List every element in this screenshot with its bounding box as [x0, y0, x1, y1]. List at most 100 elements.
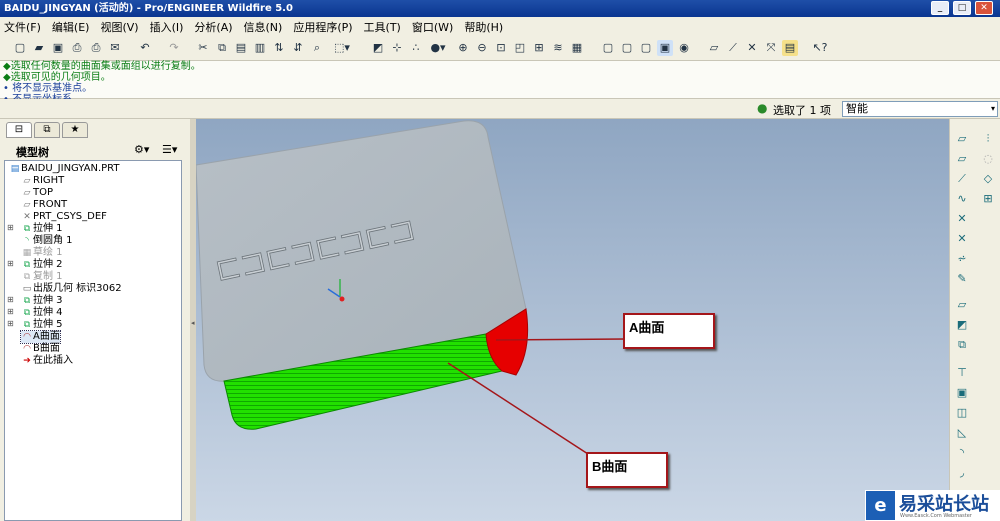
point-tool-icon[interactable]: ✕: [954, 211, 970, 227]
round-tool-icon[interactable]: ◌: [980, 151, 996, 167]
draft-tool-icon[interactable]: ◇: [980, 171, 996, 187]
curve-tool-icon[interactable]: ∿: [954, 191, 970, 207]
menu-info[interactable]: 信息(N): [244, 19, 283, 35]
regenerate-icon[interactable]: ⇅: [271, 40, 287, 56]
tab-favorites[interactable]: ★: [62, 122, 88, 138]
tree-item-top[interactable]: ▱ TOP: [21, 187, 53, 199]
rib-tool-icon[interactable]: ◫: [954, 405, 970, 421]
tree-item-extrude-2[interactable]: ⧉ 拉伸 2: [21, 259, 63, 271]
expand-icon[interactable]: ⊞: [7, 307, 14, 316]
tree-item-surface-a[interactable]: ◠ A曲面: [20, 330, 61, 344]
revolve-tool-icon[interactable]: ◩: [954, 317, 970, 333]
menu-applications[interactable]: 应用程序(P): [293, 19, 352, 35]
reorient-icon[interactable]: ◰: [512, 40, 528, 56]
hidden-line-icon[interactable]: ▢: [619, 40, 635, 56]
tree-item-part[interactable]: ▤ BAIDU_JINGYAN.PRT: [9, 163, 120, 175]
regen-manager-icon[interactable]: ⇵: [290, 40, 306, 56]
tree-item-surface-b[interactable]: ◠ B曲面: [21, 343, 60, 355]
tree-item-extrude-4[interactable]: ⧉ 拉伸 4: [21, 307, 63, 319]
context-help-icon[interactable]: ↖?: [812, 40, 828, 56]
shell-tool-icon[interactable]: ▣: [954, 385, 970, 401]
tree-item-round-1[interactable]: ◝ 倒圆角 1: [21, 235, 72, 247]
expand-icon[interactable]: ⊞: [7, 319, 14, 328]
view-manager-icon[interactable]: ▦: [569, 40, 585, 56]
graphics-viewport[interactable]: ⊏⊐⊏⊐⊏⊐⊏⊐ A曲面 B曲面: [196, 119, 949, 521]
menu-window[interactable]: 窗口(W): [412, 19, 453, 35]
extrude-tool-icon[interactable]: ▱: [954, 297, 970, 313]
selection-box-icon[interactable]: ⬚▾: [330, 40, 354, 56]
print-preview-icon[interactable]: ⎙: [88, 40, 104, 56]
close-icon[interactable]: ✕: [975, 1, 993, 15]
refit-icon[interactable]: ⊡: [493, 40, 509, 56]
tree-item-sketch-1[interactable]: ▦ 草绘 1: [21, 247, 63, 259]
wireframe-icon[interactable]: ▢: [600, 40, 616, 56]
redo-icon[interactable]: ↷: [166, 40, 182, 56]
sketch-tool-icon[interactable]: ✎: [954, 271, 970, 287]
csys-tool-icon[interactable]: ✕: [954, 231, 970, 247]
maximize-icon[interactable]: □: [953, 1, 971, 15]
shaded-icon[interactable]: ▣: [657, 40, 673, 56]
menu-analysis[interactable]: 分析(A): [194, 19, 232, 35]
tree-item-insert-here[interactable]: ➔ 在此插入: [21, 355, 73, 367]
tree-item-csys[interactable]: ✕ PRT_CSYS_DEF: [21, 211, 107, 223]
datum-axis-display-icon[interactable]: ⊹: [389, 40, 405, 56]
tab-folder-browser[interactable]: ⧉: [34, 122, 60, 138]
tab-model-tree[interactable]: ⊟: [6, 122, 32, 138]
mirror-icon[interactable]: ⫶: [980, 131, 996, 147]
point-tag-icon[interactable]: ✕: [744, 40, 760, 56]
fillet-tool-icon[interactable]: ◝: [954, 445, 970, 461]
plane-tool-icon[interactable]: ▱: [954, 151, 970, 167]
tree-columns-icon[interactable]: ☰▾: [162, 143, 177, 156]
hole-tool-icon[interactable]: ⊤: [954, 365, 970, 381]
paste-icon[interactable]: ▤: [233, 40, 249, 56]
find-icon[interactable]: ⌕: [309, 40, 325, 56]
saved-views-icon[interactable]: ⊞: [531, 40, 547, 56]
zoom-out-icon[interactable]: ⊖: [474, 40, 490, 56]
expand-icon[interactable]: ⊞: [7, 223, 14, 232]
menu-view[interactable]: 视图(V): [100, 19, 138, 35]
axis-tool-icon[interactable]: ⟋: [954, 171, 970, 187]
expand-icon[interactable]: ⊞: [7, 259, 14, 268]
tree-item-publish-geom[interactable]: ▭ 出版几何 标识3062: [21, 283, 122, 295]
tree-settings-icon[interactable]: ⚙▾: [134, 143, 149, 156]
tree-item-copy-1[interactable]: ⧉ 复制 1: [21, 271, 63, 283]
chevron-down-icon[interactable]: ▾: [991, 102, 995, 116]
save-icon[interactable]: ▣: [50, 40, 66, 56]
no-hidden-icon[interactable]: ▢: [638, 40, 654, 56]
shading-icon[interactable]: ●▾: [427, 40, 449, 56]
datum-plane-display-icon[interactable]: ◩: [370, 40, 386, 56]
copy-icon[interactable]: ⧉: [214, 40, 230, 56]
point-display-icon[interactable]: ∴: [408, 40, 424, 56]
open-folder-icon[interactable]: ▰: [31, 40, 47, 56]
zoom-in-icon[interactable]: ⊕: [455, 40, 471, 56]
print-icon[interactable]: ⎙: [69, 40, 85, 56]
new-file-icon[interactable]: ▢: [12, 40, 28, 56]
datum-plane-tool-icon[interactable]: ▱: [954, 131, 970, 147]
tree-item-extrude-5[interactable]: ⧉ 拉伸 5: [21, 319, 63, 331]
annotation-display-icon[interactable]: ▤: [782, 40, 798, 56]
undo-icon[interactable]: ↶: [137, 40, 153, 56]
tree-item-right[interactable]: ▱ RIGHT: [21, 175, 65, 187]
pattern-tool-icon[interactable]: ⊞: [980, 191, 996, 207]
selection-filter[interactable]: 智能 ▾: [842, 101, 998, 117]
minimize-icon[interactable]: _: [931, 1, 949, 15]
csys-display-icon[interactable]: ⤧: [763, 40, 779, 56]
appearance-icon[interactable]: ◉: [676, 40, 692, 56]
chamfer-tool-icon[interactable]: ◞: [954, 465, 970, 481]
paste-special-icon[interactable]: ▥: [252, 40, 268, 56]
tree-item-extrude-1[interactable]: ⧉ 拉伸 1: [21, 223, 63, 235]
cut-icon[interactable]: ✂: [195, 40, 211, 56]
sweep-tool-icon[interactable]: ⧉: [954, 337, 970, 353]
menu-insert[interactable]: 插入(I): [150, 19, 184, 35]
analysis-tool-icon[interactable]: ⩫: [954, 251, 970, 267]
menu-file[interactable]: 文件(F): [4, 19, 41, 35]
axis-display-icon[interactable]: ⟋: [725, 40, 741, 56]
tree-item-front[interactable]: ▱ FRONT: [21, 199, 68, 211]
menu-edit[interactable]: 编辑(E): [52, 19, 90, 35]
layers-icon[interactable]: ≋: [550, 40, 566, 56]
draft-icon[interactable]: ◺: [954, 425, 970, 441]
menu-tools[interactable]: 工具(T): [364, 19, 401, 35]
menu-help[interactable]: 帮助(H): [464, 19, 503, 35]
plane-display-icon[interactable]: ▱: [706, 40, 722, 56]
email-icon[interactable]: ✉: [107, 40, 123, 56]
